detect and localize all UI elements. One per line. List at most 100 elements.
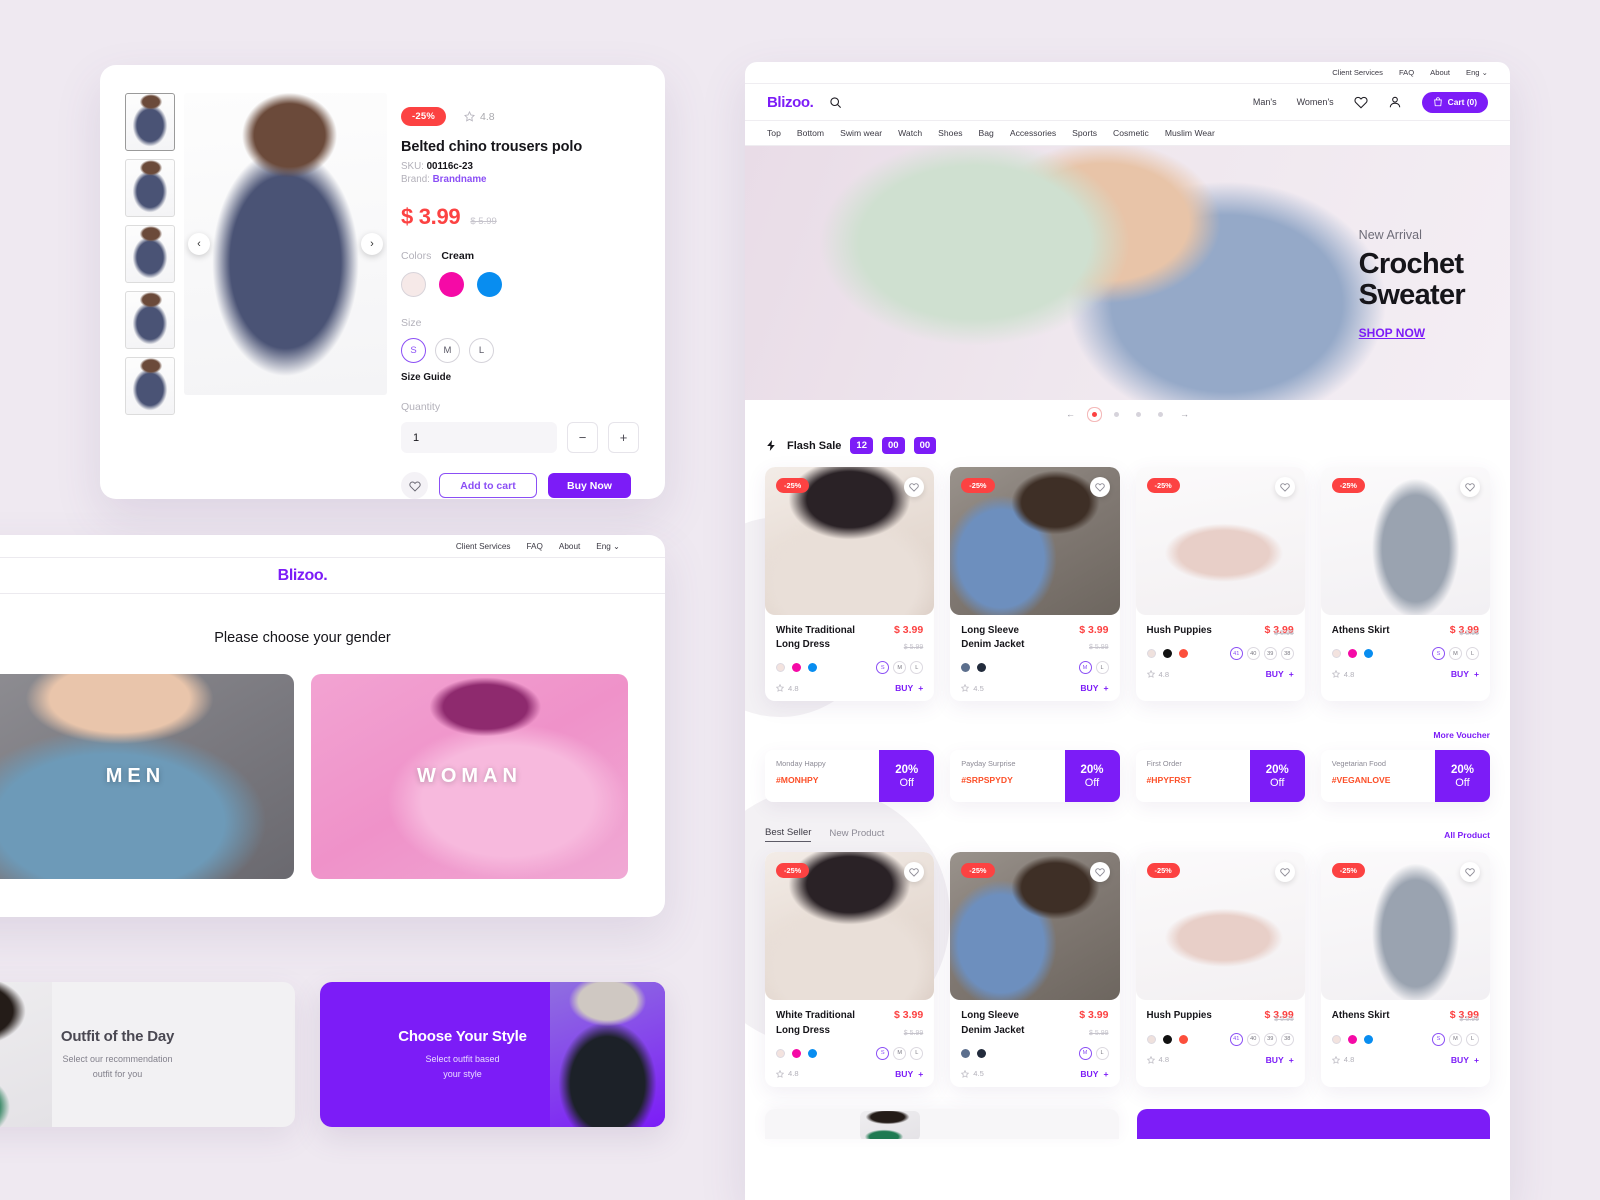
thumbnail-item[interactable]: [125, 225, 175, 283]
size-option[interactable]: M: [1078, 1046, 1092, 1060]
category-swim-wear[interactable]: Swim wear: [840, 128, 882, 138]
product-card[interactable]: -25% Long Sleeve Denim Jacket $ 3.99 $ 5…: [950, 467, 1120, 702]
product-card[interactable]: -25% White Traditional Long Dress $ 3.99: [765, 852, 935, 1087]
wishlist-icon[interactable]: [904, 862, 925, 883]
tab-new-product[interactable]: New Product: [829, 828, 884, 842]
brand-value[interactable]: Brandname: [433, 174, 487, 185]
voucher-card[interactable]: Monday Happy #MONHPY 20% Off: [765, 750, 935, 803]
product-card[interactable]: -25% Hush Puppies $ 3.99 $ 5.99 41 40 39…: [1135, 852, 1305, 1087]
peek-card-left[interactable]: [765, 1108, 1119, 1139]
size-option[interactable]: M: [1449, 1032, 1462, 1046]
size-option[interactable]: 41: [1229, 1032, 1243, 1046]
utility-link-client-services[interactable]: Client Services: [1332, 68, 1383, 77]
language-selector[interactable]: Eng ⌄: [596, 541, 620, 551]
category-shoes[interactable]: Shoes: [938, 128, 962, 138]
size-option[interactable]: L: [1466, 647, 1479, 661]
size-option[interactable]: 41: [1229, 647, 1243, 661]
color-swatch[interactable]: [808, 663, 817, 673]
size-option[interactable]: S: [1432, 1032, 1445, 1046]
color-swatch[interactable]: [977, 1048, 987, 1058]
thumbnail-item[interactable]: [125, 291, 175, 349]
color-swatch[interactable]: [1331, 649, 1341, 659]
product-card[interactable]: -25% White Traditional Long Dress $ 3.99: [765, 467, 935, 702]
size-option[interactable]: 39: [1263, 647, 1277, 661]
category-bottom[interactable]: Bottom: [797, 128, 824, 138]
utility-link-faq[interactable]: FAQ: [1399, 68, 1414, 77]
color-swatch[interactable]: [1162, 1034, 1172, 1044]
color-swatch[interactable]: [1363, 649, 1373, 659]
carousel-prev-icon[interactable]: ←: [1066, 409, 1075, 419]
tab-best-seller[interactable]: Best Seller: [765, 827, 812, 843]
color-swatch[interactable]: [1363, 1034, 1373, 1044]
nav-link-mans[interactable]: Man's: [1253, 97, 1277, 107]
buy-now-button[interactable]: Buy Now: [548, 473, 631, 498]
buy-button[interactable]: BUY +: [1266, 1055, 1294, 1065]
color-swatch[interactable]: [1178, 1034, 1188, 1044]
wishlist-icon[interactable]: [1460, 477, 1480, 497]
color-swatch[interactable]: [1162, 649, 1172, 659]
size-option[interactable]: 38: [1280, 647, 1294, 661]
account-icon[interactable]: [1388, 95, 1402, 109]
color-swatch[interactable]: [1178, 649, 1188, 659]
nav-link-womens[interactable]: Women's: [1297, 97, 1334, 107]
color-swatch[interactable]: [792, 1048, 801, 1058]
size-option[interactable]: S: [1432, 647, 1445, 661]
buy-button[interactable]: BUY +: [1080, 1069, 1108, 1079]
product-card[interactable]: -25% Hush Puppies $ 3.99 $ 5.99 41 40 39…: [1135, 467, 1305, 702]
size-option[interactable]: L: [1466, 1032, 1479, 1046]
color-swatch[interactable]: [961, 1048, 971, 1058]
wishlist-icon[interactable]: [1460, 862, 1480, 883]
color-swatch[interactable]: [808, 1048, 817, 1058]
category-muslim-wear[interactable]: Muslim Wear: [1165, 128, 1215, 138]
size-option[interactable]: M: [893, 661, 907, 675]
brand-logo[interactable]: Blizoo.: [767, 94, 814, 111]
search-icon[interactable]: [829, 96, 842, 109]
color-swatch[interactable]: [1146, 1034, 1156, 1044]
size-option[interactable]: M: [893, 1046, 907, 1060]
size-option-l[interactable]: L: [469, 338, 494, 363]
size-option[interactable]: M: [1449, 647, 1462, 661]
buy-button[interactable]: BUY +: [895, 1069, 923, 1079]
color-swatch[interactable]: [1146, 649, 1156, 659]
category-sports[interactable]: Sports: [1072, 128, 1097, 138]
category-cosmetic[interactable]: Cosmetic: [1113, 128, 1149, 138]
color-swatch[interactable]: [776, 1048, 785, 1058]
color-swatch[interactable]: [977, 663, 987, 673]
color-swatch-blue[interactable]: [477, 272, 502, 297]
color-swatch[interactable]: [1347, 649, 1357, 659]
quantity-plus-button[interactable]: +: [608, 422, 639, 453]
quantity-minus-button[interactable]: −: [567, 422, 598, 453]
size-option[interactable]: L: [1095, 1046, 1109, 1060]
cart-button[interactable]: Cart (0): [1421, 91, 1488, 113]
wishlist-icon[interactable]: [1274, 862, 1295, 883]
gender-tile-woman[interactable]: WOMAN: [311, 674, 628, 879]
brand-logo[interactable]: Blizoo.: [278, 567, 328, 585]
size-option[interactable]: 40: [1246, 647, 1260, 661]
utility-link-about[interactable]: About: [1430, 68, 1450, 77]
carousel-dot[interactable]: [1114, 411, 1119, 417]
wishlist-icon[interactable]: [1354, 95, 1368, 109]
product-card[interactable]: -25% Athens Skirt $ 3.99 $ 5.99 S M L 4.…: [1320, 852, 1490, 1087]
utility-link-about[interactable]: About: [559, 542, 580, 551]
wishlist-icon[interactable]: [904, 477, 925, 497]
promo-card-choose-your-style[interactable]: Choose Your Style Select outfit based yo…: [320, 982, 665, 1127]
utility-link-faq[interactable]: FAQ: [527, 542, 543, 551]
voucher-card[interactable]: Vegetarian Food #VEGANLOVE 20% Off: [1320, 750, 1490, 803]
size-option[interactable]: L: [1095, 661, 1109, 675]
carousel-dot[interactable]: [1092, 411, 1097, 417]
size-option[interactable]: L: [910, 1046, 924, 1060]
wishlist-icon[interactable]: [1274, 477, 1295, 497]
product-card[interactable]: -25% Athens Skirt $ 3.99 $ 5.99 S M L 4.…: [1320, 467, 1490, 702]
peek-card-right[interactable]: [1136, 1108, 1490, 1139]
buy-button[interactable]: BUY +: [1451, 1055, 1479, 1065]
color-swatch-cream[interactable]: [401, 272, 426, 297]
size-option[interactable]: S: [876, 1046, 890, 1060]
buy-button[interactable]: BUY +: [895, 683, 923, 693]
size-option[interactable]: M: [1078, 661, 1092, 675]
category-watch[interactable]: Watch: [898, 128, 922, 138]
thumbnail-item[interactable]: [125, 93, 175, 151]
wishlist-icon[interactable]: [1089, 477, 1110, 497]
voucher-card[interactable]: Payday Surprise #SRPSPYDY 20% Off: [950, 750, 1120, 803]
gallery-next-icon[interactable]: ›: [361, 233, 383, 255]
shop-now-link[interactable]: SHOP NOW: [1359, 326, 1425, 340]
